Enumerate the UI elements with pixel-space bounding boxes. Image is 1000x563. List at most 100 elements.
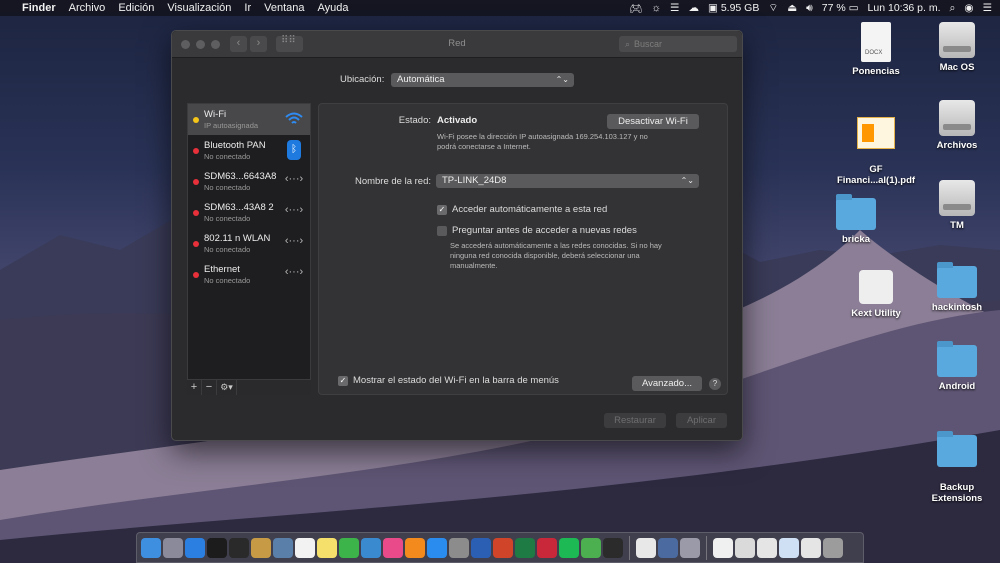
document-icon[interactable] bbox=[713, 537, 733, 558]
search-icon: ⌕ bbox=[625, 39, 631, 49]
video-icon[interactable] bbox=[658, 537, 678, 558]
document-icon[interactable] bbox=[801, 537, 821, 558]
menu-ayuda[interactable]: Ayuda bbox=[318, 2, 349, 14]
photo-booth-icon[interactable] bbox=[537, 537, 557, 558]
desktop-icon-archivos[interactable]: Archivos bbox=[912, 100, 1000, 151]
launchpad-icon[interactable] bbox=[163, 537, 183, 558]
finder-icon[interactable] bbox=[141, 537, 161, 558]
service-sdm63-6643a8[interactable]: SDM63...6643A8 No conectado ‹···› bbox=[188, 166, 310, 197]
notification-center-icon[interactable]: ☰ bbox=[983, 2, 992, 14]
spotify-icon[interactable] bbox=[559, 537, 579, 558]
powerpoint-icon[interactable] bbox=[493, 537, 513, 558]
volume-icon[interactable]: 🔊︎ bbox=[806, 2, 813, 15]
help-button[interactable]: ? bbox=[709, 378, 721, 390]
wifi-menu-icon[interactable]: ⌔ bbox=[768, 1, 778, 15]
advanced-button[interactable]: Avanzado... bbox=[632, 376, 702, 391]
dock bbox=[136, 532, 864, 563]
package-icon[interactable] bbox=[251, 537, 271, 558]
desktop-icon-hackintosh[interactable]: hackintosh bbox=[912, 262, 1000, 313]
terminal-icon[interactable] bbox=[207, 537, 227, 558]
desktop-icon-label: Android bbox=[938, 381, 976, 392]
menu-archivo[interactable]: Archivo bbox=[69, 2, 106, 14]
trash-icon[interactable] bbox=[823, 537, 843, 558]
status-description-line-2: podrá conectarse a Internet. bbox=[437, 142, 531, 151]
preview-icon[interactable] bbox=[273, 537, 293, 558]
desktop-icon-pdf[interactable]: GF Financi...al(1).pdf bbox=[831, 106, 921, 197]
disk-usage[interactable]: ▣ 5.95 GB bbox=[708, 2, 759, 14]
service-wifi[interactable]: Wi-Fi IP autoasignada bbox=[188, 104, 310, 135]
facetime-icon[interactable] bbox=[339, 537, 359, 558]
siri-icon[interactable]: ◉ bbox=[964, 2, 973, 14]
activity-monitor-icon[interactable] bbox=[229, 537, 249, 558]
location-select[interactable]: Automática ⌃⌄ bbox=[391, 73, 574, 87]
calendar-icon[interactable] bbox=[295, 537, 315, 558]
desktop-icon-mac-os[interactable]: Mac OS bbox=[912, 22, 1000, 73]
apply-button[interactable]: Aplicar bbox=[676, 413, 727, 428]
desktop-icon-kext-utility[interactable]: Kext Utility bbox=[831, 270, 921, 319]
bluetooth-icon: ᛒ bbox=[287, 140, 301, 160]
ask-description-line-2: ninguna red conocida disponible, deberá … bbox=[450, 251, 640, 260]
disk-icon: ▣ bbox=[707, 2, 721, 14]
menu-edicion[interactable]: Edición bbox=[118, 2, 154, 14]
gear-menu-button[interactable]: ⚙▾ bbox=[217, 380, 237, 395]
desktop-icon-android[interactable]: Android bbox=[912, 341, 1000, 392]
network-arrows-icon: ‹···› bbox=[284, 204, 304, 216]
notes-icon[interactable] bbox=[317, 537, 337, 558]
books-icon[interactable] bbox=[405, 537, 425, 558]
word-icon[interactable] bbox=[471, 537, 491, 558]
keychain-icon[interactable] bbox=[680, 537, 700, 558]
disk-usage-label: 5.95 GB bbox=[720, 2, 760, 14]
search-field[interactable]: ⌕ Buscar bbox=[619, 36, 737, 52]
menu-ventana[interactable]: Ventana bbox=[264, 2, 304, 14]
network-name-select[interactable]: TP-LINK_24D8 ⌃⌄ bbox=[436, 174, 699, 188]
revert-button[interactable]: Restaurar bbox=[604, 413, 666, 428]
clock[interactable]: Lun 10:36 p. m. bbox=[868, 2, 941, 14]
add-service-button[interactable]: + bbox=[187, 380, 202, 395]
desktop-icon-ponencias[interactable]: DOCX Ponencias bbox=[831, 22, 921, 77]
cloud-upload-icon[interactable]: ☁ bbox=[688, 2, 699, 14]
auto-join-checkbox[interactable]: ✓ Acceder automáticamente a esta red bbox=[437, 204, 607, 215]
safari-icon[interactable] bbox=[185, 537, 205, 558]
network-arrows-icon: ‹···› bbox=[284, 266, 304, 278]
brightness-icon[interactable]: ☼ bbox=[651, 2, 661, 14]
desktop-icon-backup-extensions[interactable]: Backup Extensions bbox=[912, 424, 1000, 515]
menu-visualizacion[interactable]: Visualización bbox=[167, 2, 231, 14]
pycharm-icon[interactable] bbox=[603, 537, 623, 558]
status-value: Activado bbox=[437, 115, 478, 126]
service-bluetooth-pan[interactable]: Bluetooth PAN No conectado ᛒ bbox=[188, 135, 310, 166]
document-icon[interactable] bbox=[779, 537, 799, 558]
remove-service-button[interactable]: − bbox=[202, 380, 217, 395]
toggle-wifi-button[interactable]: Desactivar Wi-Fi bbox=[607, 114, 699, 129]
itunes-icon[interactable] bbox=[383, 537, 403, 558]
service-sdm63-43a8-2[interactable]: SDM63...43A8 2 No conectado ‹···› bbox=[188, 197, 310, 228]
status-dot-icon bbox=[193, 117, 199, 123]
dock-separator bbox=[629, 535, 630, 560]
document-icon[interactable] bbox=[757, 537, 777, 558]
show-wifi-status-checkbox[interactable]: ✓ Mostrar el estado del Wi-Fi en la barr… bbox=[338, 375, 559, 386]
system-preferences-icon[interactable] bbox=[449, 537, 469, 558]
utorrent-icon[interactable] bbox=[581, 537, 601, 558]
desktop-icon-tm[interactable]: TM bbox=[912, 180, 1000, 231]
ask-to-join-checkbox[interactable]: Preguntar antes de acceder a nuevas rede… bbox=[437, 225, 637, 236]
excel-icon[interactable] bbox=[515, 537, 535, 558]
menu-ir[interactable]: Ir bbox=[244, 2, 251, 14]
chevron-updown-icon: ⌃⌄ bbox=[555, 75, 569, 84]
airplay-icon[interactable]: ⏏ bbox=[787, 2, 797, 14]
location-row: Ubicación: Automática ⌃⌄ bbox=[172, 73, 742, 87]
service-80211n-wlan[interactable]: 802.11 n WLAN No conectado ‹···› bbox=[188, 228, 310, 259]
app-store-icon[interactable] bbox=[427, 537, 447, 558]
desktop-icon-bricka[interactable]: bricka bbox=[811, 194, 901, 245]
status-dot-icon bbox=[193, 179, 199, 185]
spotlight-icon[interactable]: ⌕ bbox=[950, 2, 956, 15]
gamepad-icon[interactable]: 🎮︎ bbox=[629, 2, 642, 15]
battery-status[interactable]: 77 % ▭ bbox=[822, 2, 859, 14]
service-ethernet[interactable]: Ethernet No conectado ‹···› bbox=[188, 259, 310, 290]
document-icon[interactable] bbox=[735, 537, 755, 558]
network-utility-icon[interactable] bbox=[361, 537, 381, 558]
stack-icon[interactable]: ☰ bbox=[670, 2, 679, 14]
battery-label: 77 % bbox=[821, 2, 846, 14]
desktop-icon-label: Mac OS bbox=[939, 62, 975, 73]
menu-app-name[interactable]: Finder bbox=[22, 2, 56, 14]
network-name-label: Nombre de la red: bbox=[354, 176, 431, 187]
textedit-icon[interactable] bbox=[636, 537, 656, 558]
